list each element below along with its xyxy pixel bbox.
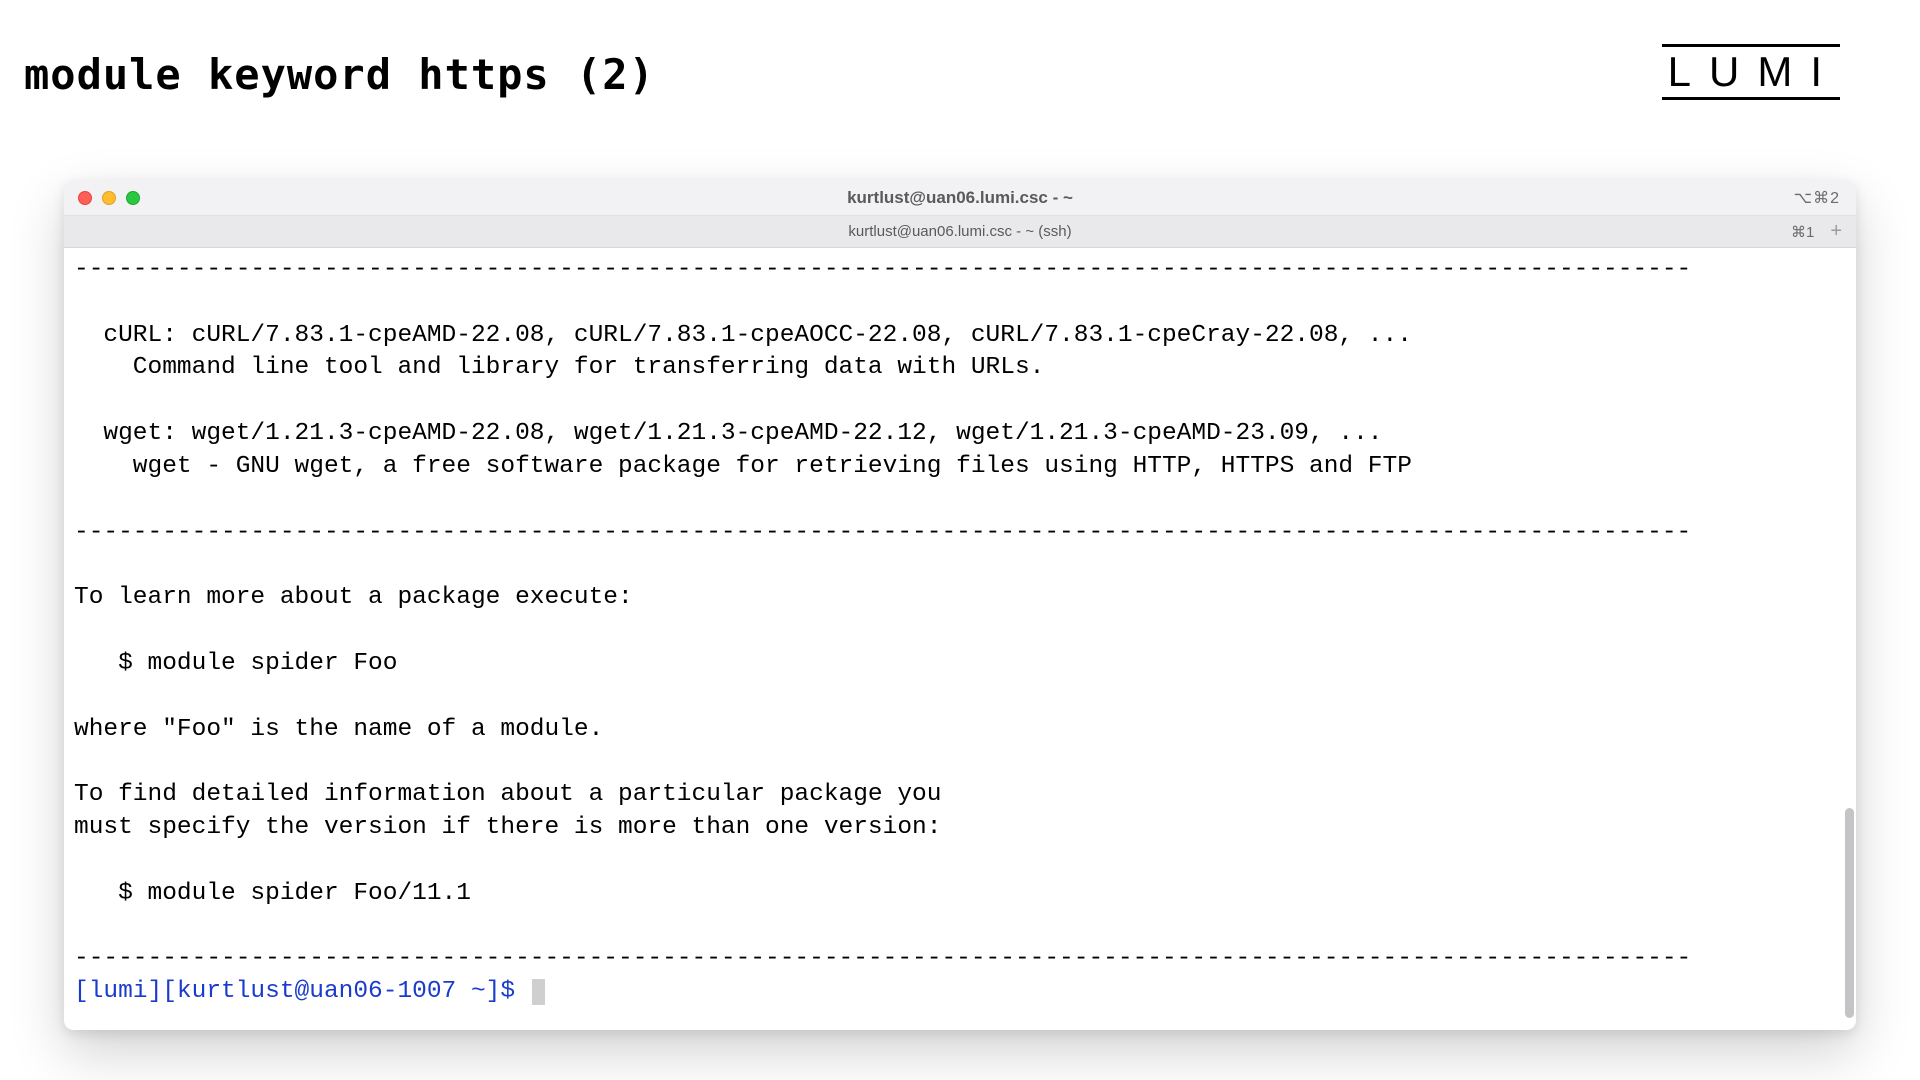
help-text: where "Foo" is the name of a module. <box>74 716 603 743</box>
lumi-logo: LUMI <box>1662 44 1840 100</box>
terminal-body[interactable]: ----------------------------------------… <box>64 248 1856 1030</box>
tab-title[interactable]: kurtlust@uan06.lumi.csc - ~ (ssh) <box>64 223 1856 240</box>
window-title: kurtlust@uan06.lumi.csc - ~ <box>64 188 1856 208</box>
window-titlebar: kurtlust@uan06.lumi.csc - ~ ⌥⌘2 <box>64 180 1856 216</box>
divider-line: ----------------------------------------… <box>74 945 1691 972</box>
slide-title: module keyword https (2) <box>24 50 655 99</box>
help-text: must specify the version if there is mor… <box>74 814 941 841</box>
scrollbar-thumb[interactable] <box>1845 808 1854 1018</box>
curl-modules-line: cURL: cURL/7.83.1-cpeAMD-22.08, cURL/7.8… <box>74 322 1412 349</box>
help-text: $ module spider Foo <box>74 650 397 677</box>
tab-bar: kurtlust@uan06.lumi.csc - ~ (ssh) ⌘1 + <box>64 216 1856 248</box>
shell-prompt: [lumi][kurtlust@uan06-1007 ~]$ <box>74 978 515 1005</box>
wget-modules-line: wget: wget/1.21.3-cpeAMD-22.08, wget/1.2… <box>74 420 1383 447</box>
wget-description: wget - GNU wget, a free software package… <box>74 453 1412 480</box>
divider-line: ----------------------------------------… <box>74 256 1691 283</box>
help-text: $ module spider Foo/11.1 <box>74 880 471 907</box>
terminal-window: kurtlust@uan06.lumi.csc - ~ ⌥⌘2 kurtlust… <box>64 180 1856 1030</box>
divider-line: ----------------------------------------… <box>74 519 1691 546</box>
help-text: To learn more about a package execute: <box>74 584 633 611</box>
curl-description: Command line tool and library for transf… <box>74 354 1044 381</box>
cursor-icon <box>532 979 545 1005</box>
help-text: To find detailed information about a par… <box>74 781 941 808</box>
